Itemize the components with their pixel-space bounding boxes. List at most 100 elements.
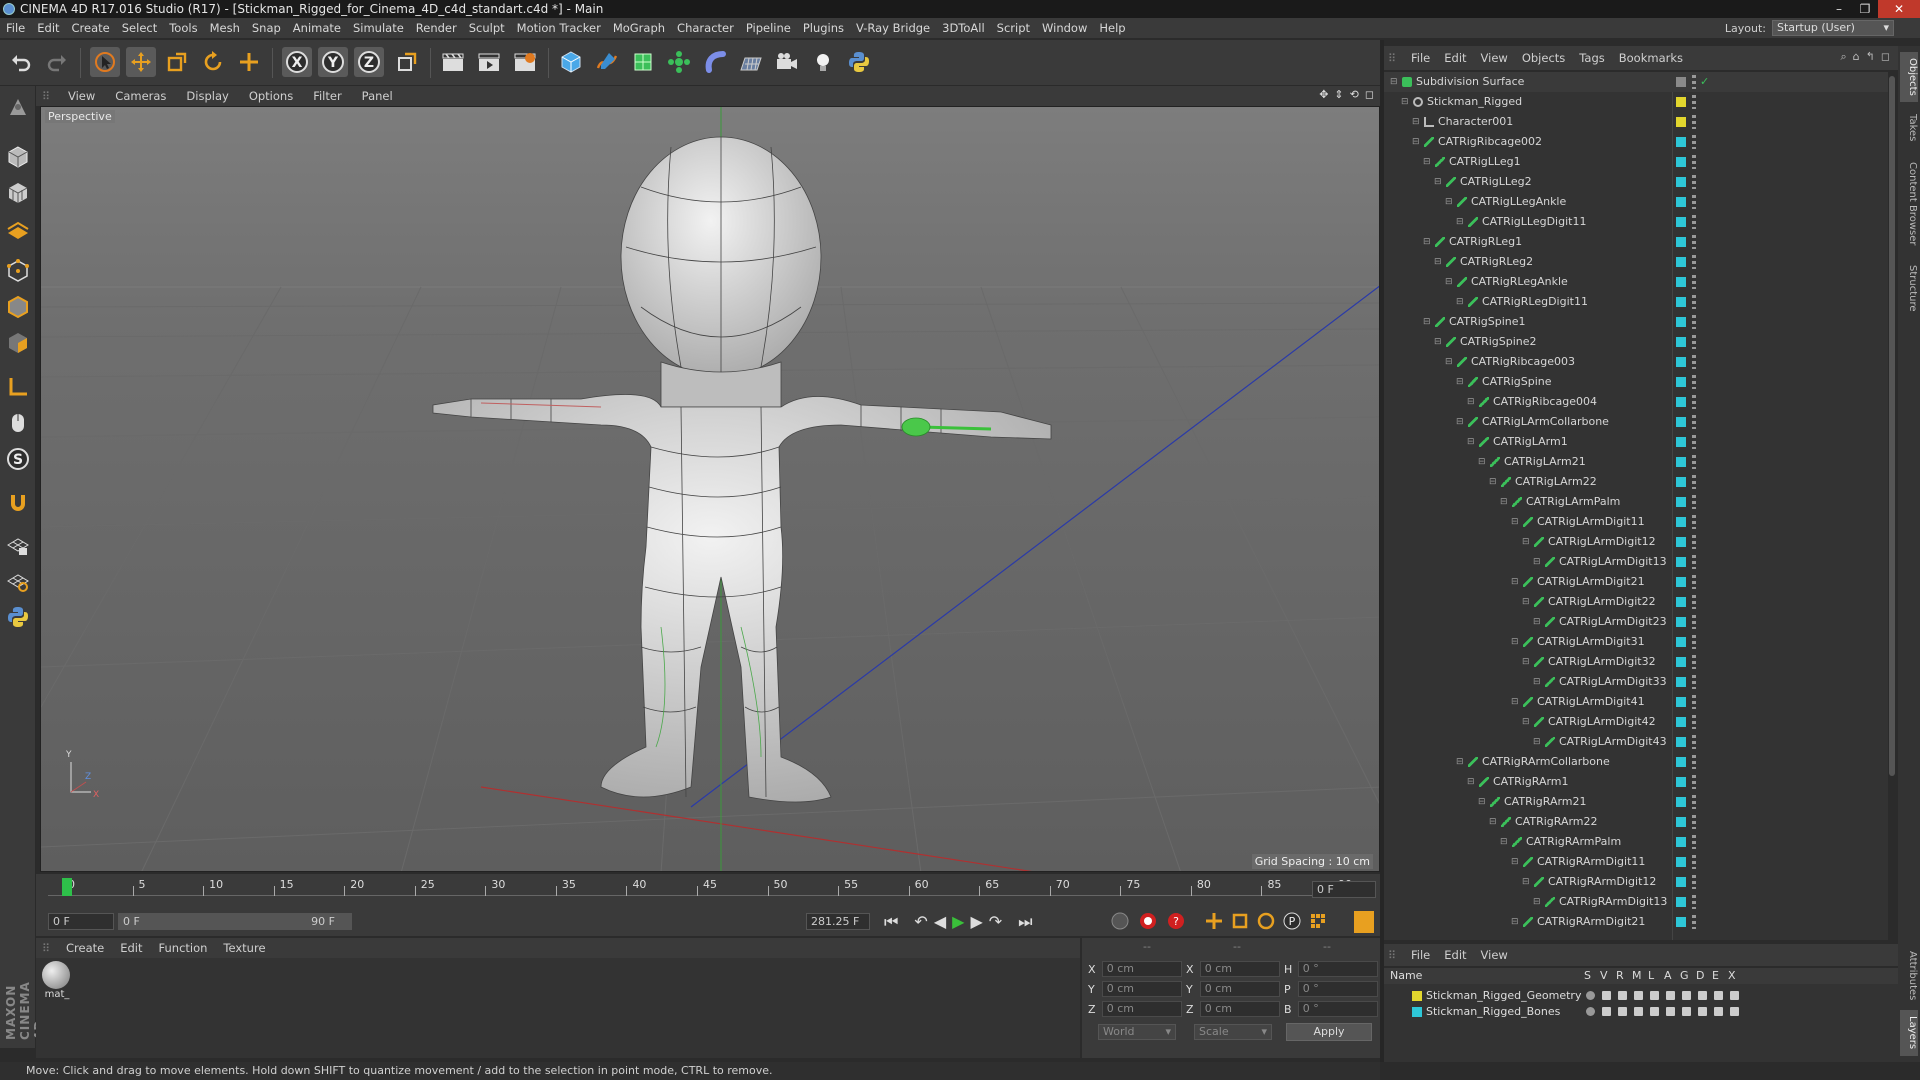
- layer-color-swatch[interactable]: [1676, 477, 1686, 487]
- tab-layers[interactable]: Layers: [1900, 1010, 1918, 1056]
- layer-color-swatch[interactable]: [1676, 697, 1686, 707]
- material-swatch[interactable]: mat_: [42, 961, 72, 1000]
- redo-button[interactable]: [42, 47, 72, 77]
- tab-takes[interactable]: Takes: [1900, 106, 1918, 150]
- key-parameter-icon[interactable]: P: [1282, 911, 1302, 931]
- object-tree-row[interactable]: ⊟ CATRigLArmDigit22: [1384, 592, 1888, 612]
- object-tree-row[interactable]: ⊟ CATRigRArmDigit11: [1384, 852, 1888, 872]
- expand-toggle-icon[interactable]: ⊟: [1511, 852, 1519, 872]
- layer-flag-icon[interactable]: [1586, 1007, 1595, 1016]
- visibility-dots-icon[interactable]: [1692, 395, 1696, 409]
- menu-motion-tracker[interactable]: Motion Tracker: [511, 18, 607, 38]
- pan-view-icon[interactable]: ✥: [1319, 88, 1328, 101]
- points-mode-button[interactable]: [3, 256, 33, 286]
- home-icon[interactable]: ⌂: [1853, 50, 1860, 64]
- tab-attributes[interactable]: Attributes: [1900, 946, 1918, 1006]
- object-tree-row[interactable]: ⊟ CATRigLArm1: [1384, 432, 1888, 452]
- layer-color-swatch[interactable]: [1676, 377, 1686, 387]
- menu-animate[interactable]: Animate: [287, 18, 347, 38]
- menu-select[interactable]: Select: [116, 18, 163, 38]
- layer-flag-icon[interactable]: [1618, 1007, 1627, 1016]
- next-frame-icon[interactable]: ▶: [970, 912, 982, 932]
- previous-frame-icon[interactable]: ◀: [934, 912, 946, 932]
- add-array-button[interactable]: [664, 47, 694, 77]
- expand-toggle-icon[interactable]: ⊟: [1456, 752, 1464, 772]
- expand-toggle-icon[interactable]: ⊟: [1511, 912, 1519, 932]
- object-tree-row[interactable]: ⊟ CATRigLArmDigit13: [1384, 552, 1888, 572]
- object-tree-row[interactable]: ⊟ CATRigRArmDigit13: [1384, 892, 1888, 912]
- layer-flag-icon[interactable]: [1714, 1007, 1723, 1016]
- preview-range-slider[interactable]: 0 F 90 F: [118, 913, 352, 930]
- expand-toggle-icon[interactable]: ⊟: [1522, 592, 1530, 612]
- expand-toggle-icon[interactable]: ⊟: [1533, 612, 1541, 632]
- visibility-dots-icon[interactable]: [1692, 575, 1696, 589]
- object-tree-row[interactable]: ⊟ Stickman_Rigged: [1384, 92, 1888, 112]
- layer-column-s[interactable]: S: [1584, 969, 1591, 982]
- transform-tool-button[interactable]: [234, 47, 264, 77]
- expand-toggle-icon[interactable]: ⊟: [1478, 452, 1486, 472]
- enabled-check-icon[interactable]: ✓: [1700, 72, 1709, 92]
- visibility-dots-icon[interactable]: [1692, 835, 1696, 849]
- layer-flag-icon[interactable]: [1650, 1007, 1659, 1016]
- visibility-dots-icon[interactable]: [1692, 155, 1696, 169]
- layer-color-swatch[interactable]: [1676, 417, 1686, 427]
- visibility-dots-icon[interactable]: [1692, 795, 1696, 809]
- object-tree-row[interactable]: ⊟ CATRigRArmCollarbone: [1384, 752, 1888, 772]
- y-axis-lock-button[interactable]: Y: [318, 47, 348, 77]
- undo-button[interactable]: [6, 47, 36, 77]
- visibility-dots-icon[interactable]: [1692, 655, 1696, 669]
- object-tree-row[interactable]: ⊟ CATRigRibcage003: [1384, 352, 1888, 372]
- object-tree-row[interactable]: ⊟ CATRigRLeg2: [1384, 252, 1888, 272]
- layer-flag-icon[interactable]: [1586, 991, 1595, 1000]
- layer-column-x[interactable]: X: [1728, 969, 1736, 982]
- expand-toggle-icon[interactable]: ⊟: [1401, 92, 1409, 112]
- visibility-dots-icon[interactable]: [1692, 735, 1696, 749]
- polygons-mode-button[interactable]: [3, 328, 33, 358]
- object-tree-row[interactable]: ⊟ Subdivision Surface ✓: [1384, 72, 1888, 92]
- go-to-start-icon[interactable]: ⏮: [884, 912, 898, 932]
- object-tree-row[interactable]: ⊟ CATRigLArmDigit21: [1384, 572, 1888, 592]
- layout-select[interactable]: Startup (User) ▾: [1772, 20, 1894, 36]
- visibility-dots-icon[interactable]: [1692, 535, 1696, 549]
- layer-color-swatch[interactable]: [1676, 637, 1686, 647]
- play-icon[interactable]: ▶: [952, 912, 964, 932]
- new-window-icon[interactable]: ◻: [1881, 50, 1890, 64]
- layer-color-swatch[interactable]: [1676, 277, 1686, 287]
- object-tree-row[interactable]: ⊟ CATRigLArmDigit11: [1384, 512, 1888, 532]
- perspective-viewport[interactable]: Y X Z Perspective Grid Spacing : 10 cm: [40, 106, 1380, 872]
- menu-help[interactable]: Help: [1093, 18, 1131, 38]
- rotate-tool-button[interactable]: [198, 47, 228, 77]
- visibility-dots-icon[interactable]: [1692, 495, 1696, 509]
- layer-color-swatch[interactable]: [1676, 757, 1686, 767]
- expand-toggle-icon[interactable]: ⊟: [1456, 372, 1464, 392]
- visibility-dots-icon[interactable]: [1692, 915, 1696, 929]
- menu-file[interactable]: File: [0, 18, 31, 38]
- object-tree-row[interactable]: ⊟ CATRigRArm22: [1384, 812, 1888, 832]
- render-to-picture-viewer-button[interactable]: [474, 47, 504, 77]
- layer-color-swatch[interactable]: [1676, 217, 1686, 227]
- viewport-menu-filter[interactable]: Filter: [303, 89, 351, 103]
- expand-toggle-icon[interactable]: ⊟: [1456, 412, 1464, 432]
- visibility-dots-icon[interactable]: [1692, 215, 1696, 229]
- layer-flag-icon[interactable]: [1634, 991, 1643, 1000]
- visibility-dots-icon[interactable]: [1692, 175, 1696, 189]
- layer-row[interactable]: Stickman_Rigged_Geometry: [1384, 988, 1898, 1004]
- coordinate-field[interactable]: 0 cm: [1101, 981, 1182, 997]
- layer-color-swatch[interactable]: [1676, 817, 1686, 827]
- visibility-dots-icon[interactable]: [1692, 695, 1696, 709]
- menu-tools[interactable]: Tools: [163, 18, 203, 38]
- object-tree-row[interactable]: ⊟ CATRigRArmDigit21: [1384, 912, 1888, 932]
- texture-mode-button[interactable]: [3, 178, 33, 208]
- minimize-button[interactable]: –: [1826, 0, 1852, 18]
- coordinate-field[interactable]: 0 cm: [1199, 981, 1280, 997]
- tab-objects[interactable]: Objects: [1900, 52, 1918, 102]
- visibility-dots-icon[interactable]: [1692, 315, 1696, 329]
- object-tree-row[interactable]: ⊟ CATRigRibcage004: [1384, 392, 1888, 412]
- layer-menu-view[interactable]: View: [1474, 948, 1515, 962]
- layer-color-swatch[interactable]: [1676, 137, 1686, 147]
- object-tree-row[interactable]: ⊟ CATRigRArm21: [1384, 792, 1888, 812]
- expand-toggle-icon[interactable]: ⊟: [1533, 552, 1541, 572]
- object-tree-row[interactable]: ⊟ CATRigLArmDigit31: [1384, 632, 1888, 652]
- key-scale-icon[interactable]: [1230, 911, 1250, 931]
- expand-toggle-icon[interactable]: ⊟: [1423, 232, 1431, 252]
